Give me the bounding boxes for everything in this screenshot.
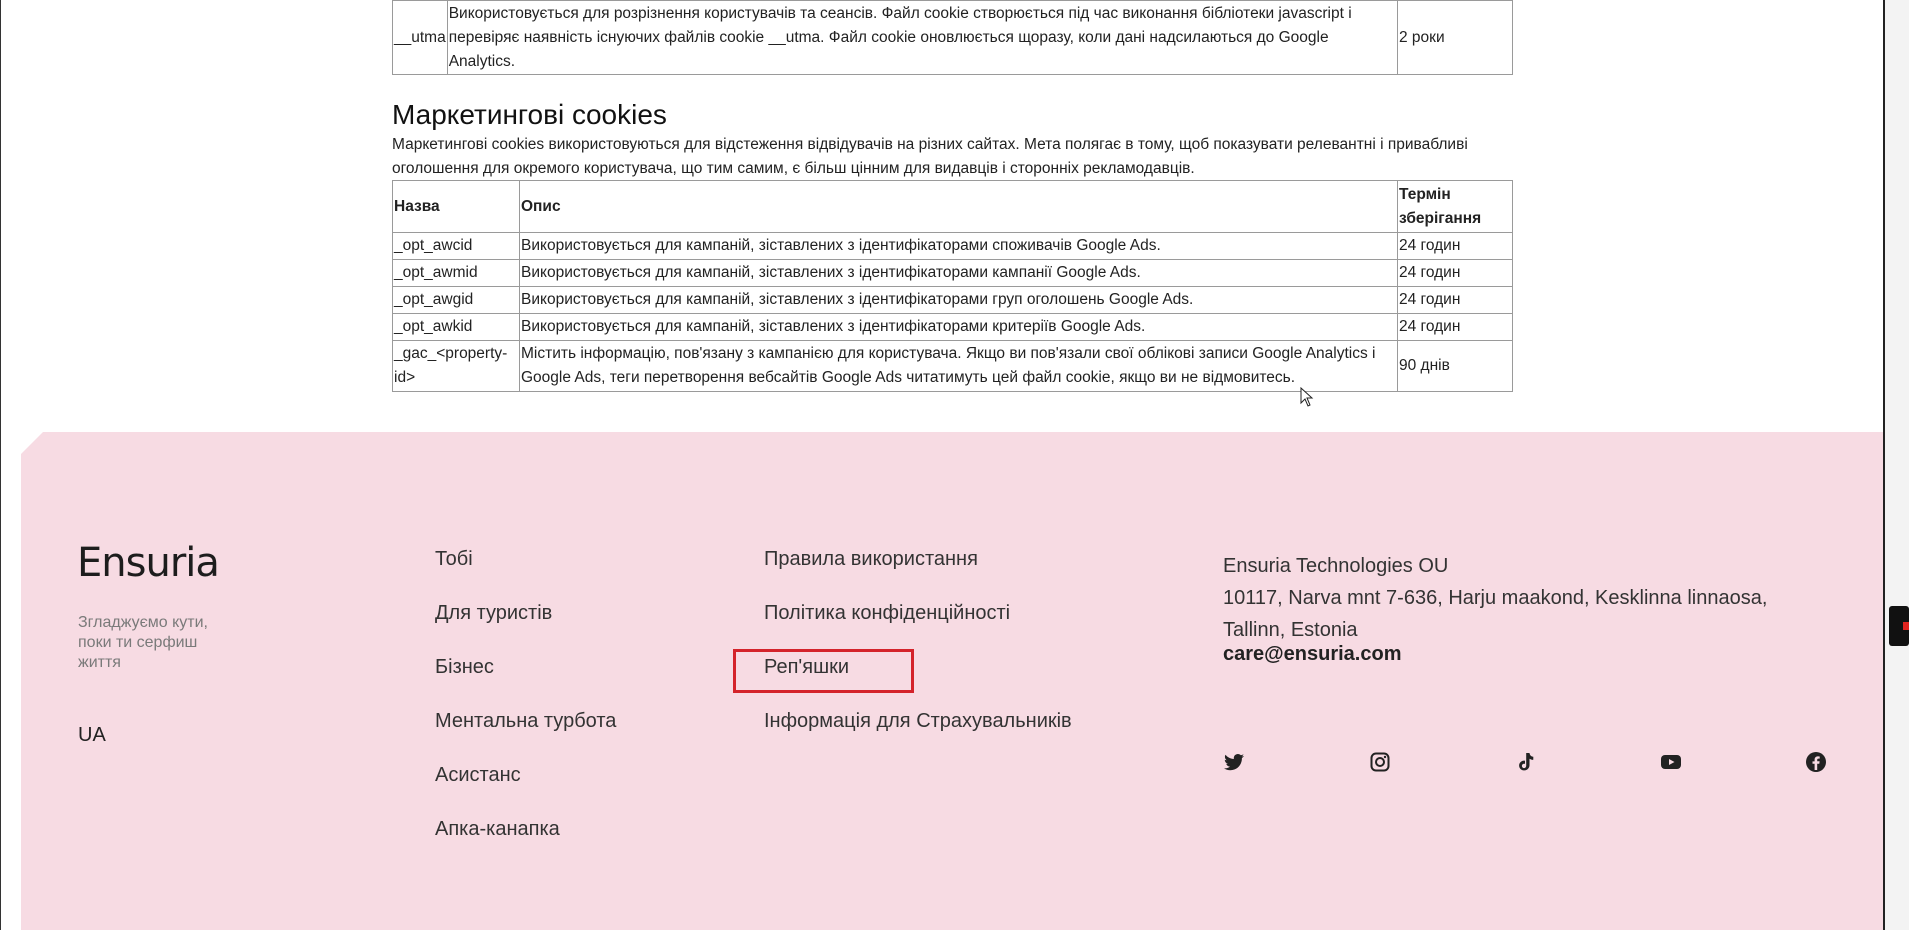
highlight-box (733, 649, 914, 693)
window-border (0, 0, 1, 930)
cookie-description: Містить інформацію, пов'язану з кампаніє… (519, 340, 1398, 392)
table-header-row: Назва Опис Термін зберігання (392, 180, 1513, 233)
scrollbar-thumb[interactable] (1889, 606, 1909, 646)
cookie-name: _gac_<property-id> (392, 340, 520, 392)
cookie-description: Використовується для розрізнення користу… (446, 0, 1399, 75)
footer-link-privacy[interactable]: Політика конфіденційності (764, 602, 1010, 625)
cookie-duration: 2 роки (1397, 0, 1513, 75)
twitter-icon[interactable] (1222, 750, 1246, 774)
cookie-name: _opt_awkid (392, 313, 520, 341)
company-info: Ensuria Technologies OU 10117, Narva mnt… (1223, 550, 1823, 646)
cookie-duration: 24 годин (1397, 259, 1513, 287)
cookie-name: __utma (392, 0, 448, 75)
footer-link-assistance[interactable]: Асистанс (435, 764, 521, 787)
cookie-duration: 24 годин (1397, 232, 1513, 260)
mouse-cursor-icon (1300, 387, 1314, 407)
youtube-icon[interactable] (1659, 750, 1683, 774)
table-row: _opt_awgid Використовується для кампаній… (392, 286, 1513, 314)
cookie-duration: 24 годин (1397, 286, 1513, 314)
table-row: _opt_awcid Використовується для кампаній… (392, 232, 1513, 260)
footer-link-tourists[interactable]: Для туристів (435, 602, 552, 625)
footer-link-business[interactable]: Бізнес (435, 656, 494, 679)
site-footer (21, 432, 1884, 930)
cookie-name: _opt_awgid (392, 286, 520, 314)
header-name: Назва (392, 180, 520, 233)
table-row: _opt_awkid Використовується для кампаній… (392, 313, 1513, 341)
contact-email-link[interactable]: care@ensuria.com (1223, 643, 1401, 666)
cookie-description: Використовується для кампаній, зіставлен… (519, 259, 1398, 287)
footer-link-mental-care[interactable]: Ментальна турбота (435, 710, 616, 733)
header-duration: Термін зберігання (1397, 180, 1513, 233)
analytics-cookies-table: __utma Використовується для розрізнення … (392, 0, 1513, 75)
footer-link-policyholders-info[interactable]: Інформація для Страхувальників (764, 710, 1072, 733)
table-row: _gac_<property-id> Містить інформацію, п… (392, 340, 1513, 392)
language-switcher[interactable]: UA (78, 724, 106, 747)
table-row: __utma Використовується для розрізнення … (392, 0, 1513, 75)
marketing-cookies-table: Назва Опис Термін зберігання _opt_awcid … (392, 180, 1513, 392)
marketing-cookies-description: Маркетингові cookies використовуються дл… (392, 136, 1468, 177)
cookie-duration: 24 годин (1397, 313, 1513, 341)
marketing-cookies-title: Маркетингові cookies (392, 99, 667, 130)
cookie-duration: 90 днів (1397, 340, 1513, 392)
instagram-icon[interactable] (1368, 750, 1392, 774)
footer-link-tobi[interactable]: Тобі (435, 548, 473, 571)
table-row: _opt_awmid Використовується для кампаній… (392, 259, 1513, 287)
scrollbar-track[interactable] (1885, 0, 1909, 930)
company-name: Ensuria Technologies OU (1223, 555, 1449, 577)
cookie-name: _opt_awcid (392, 232, 520, 260)
ensuria-logo[interactable]: Ensuria (77, 540, 220, 586)
cookie-description: Використовується для кампаній, зіставлен… (519, 313, 1398, 341)
facebook-icon[interactable] (1804, 750, 1828, 774)
footer-link-terms[interactable]: Правила використання (764, 548, 978, 571)
header-description: Опис (519, 180, 1398, 233)
company-address: 10117, Narva mnt 7-636, Harju maakond, K… (1223, 587, 1768, 641)
footer-link-app[interactable]: Апка-канапка (435, 818, 560, 841)
footer-tagline: Згладжуємо кути, поки ти серфиш життя (78, 614, 208, 671)
tiktok-icon[interactable] (1513, 750, 1537, 774)
cookie-description: Використовується для кампаній, зіставлен… (519, 232, 1398, 260)
cookie-name: _opt_awmid (392, 259, 520, 287)
cookie-description: Використовується для кампаній, зіставлен… (519, 286, 1398, 314)
